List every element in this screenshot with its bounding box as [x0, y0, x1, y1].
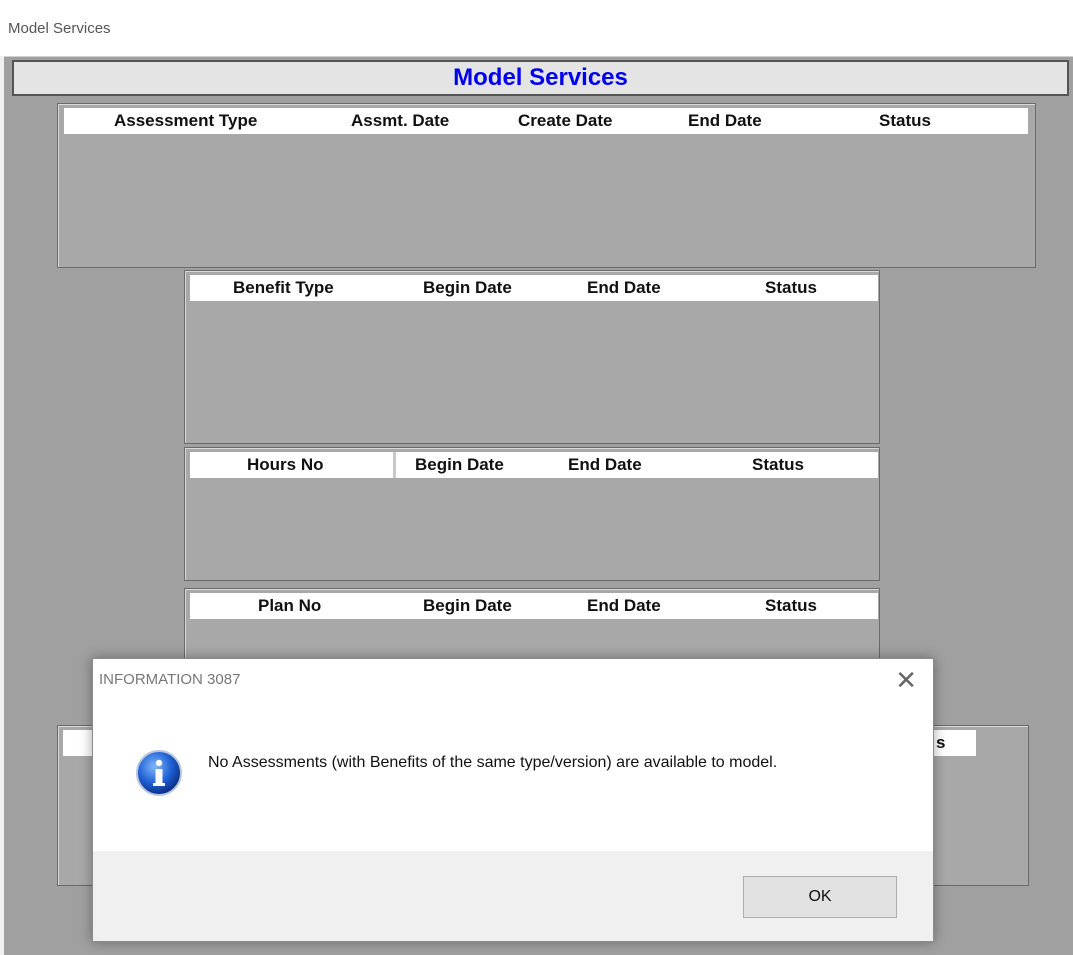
plans-header: Plan No Begin Date End Date Status	[190, 593, 878, 619]
column-benefit-type[interactable]: Benefit Type	[233, 278, 334, 298]
benefits-header: Benefit Type Begin Date End Date Status	[190, 275, 878, 301]
hours-header: Hours No Begin Date End Date Status	[190, 452, 878, 478]
column-begin-date[interactable]: Begin Date	[423, 596, 512, 616]
window-titlebar: Model Services	[0, 0, 1073, 57]
column-end-date[interactable]: End Date	[587, 278, 661, 298]
column-end-date[interactable]: End Date	[688, 111, 762, 131]
column-assessment-type[interactable]: Assessment Type	[114, 111, 257, 131]
column-separator[interactable]	[393, 452, 396, 478]
column-status[interactable]: Status	[879, 111, 931, 131]
column-begin-date[interactable]: Begin Date	[415, 455, 504, 475]
partial-column-label: s	[936, 733, 946, 752]
window-title: Model Services	[8, 20, 111, 37]
column-create-date[interactable]: Create Date	[518, 111, 613, 131]
column-begin-date[interactable]: Begin Date	[423, 278, 512, 298]
column-status[interactable]: Status	[765, 596, 817, 616]
dialog-title: INFORMATION 3087	[99, 671, 241, 688]
information-dialog: INFORMATION 3087 ✕ No Assessments (with …	[92, 658, 934, 942]
assessments-table[interactable]: Assessment Type Assmt. Date Create Date …	[57, 103, 1036, 268]
column-assmt-date[interactable]: Assmt. Date	[351, 111, 449, 131]
dialog-message: No Assessments (with Benefits of the sam…	[208, 754, 778, 771]
column-end-date[interactable]: End Date	[587, 596, 661, 616]
column-end-date[interactable]: End Date	[568, 455, 642, 475]
window-edge	[0, 56, 4, 955]
page-title: Model Services	[12, 60, 1069, 96]
hours-table[interactable]: Hours No Begin Date End Date Status	[184, 447, 880, 581]
column-plan-no[interactable]: Plan No	[258, 596, 321, 616]
close-icon[interactable]: ✕	[895, 665, 917, 696]
ok-button[interactable]: OK	[743, 876, 897, 918]
benefits-table[interactable]: Benefit Type Begin Date End Date Status	[184, 270, 880, 444]
column-hours-no[interactable]: Hours No	[247, 455, 324, 475]
dialog-footer: OK	[93, 851, 933, 941]
column-status[interactable]: Status	[752, 455, 804, 475]
assessments-header: Assessment Type Assmt. Date Create Date …	[64, 108, 1028, 134]
information-icon	[136, 750, 182, 796]
column-status[interactable]: Status	[765, 278, 817, 298]
